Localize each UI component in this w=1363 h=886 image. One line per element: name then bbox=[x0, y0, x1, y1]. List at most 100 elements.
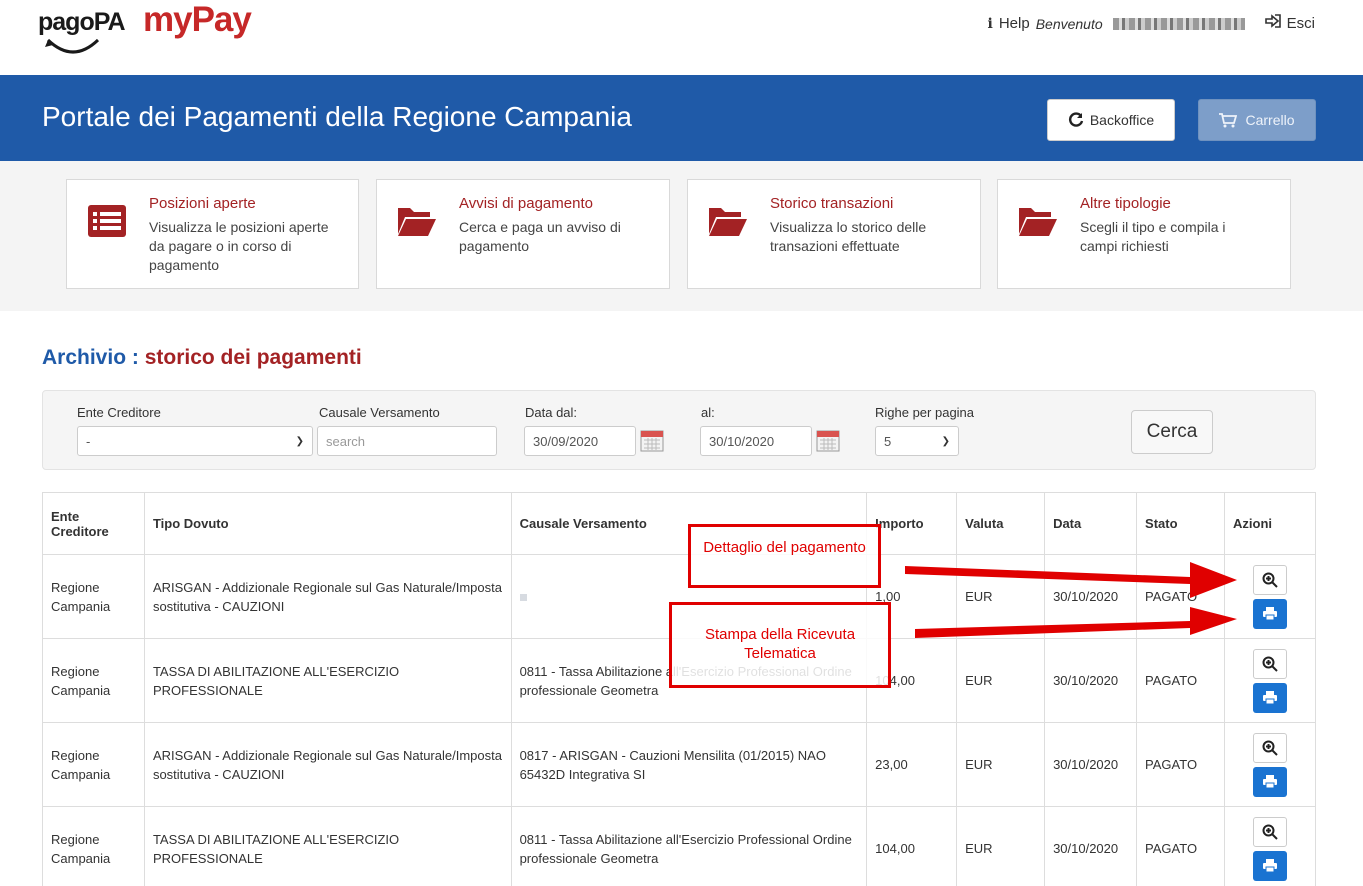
data-dal-value: 30/09/2020 bbox=[533, 434, 599, 449]
backoffice-label: Backoffice bbox=[1089, 112, 1155, 128]
cell-valuta: EUR bbox=[956, 722, 1045, 807]
annotation-print: Stampa della Ricevuta Telematica bbox=[669, 602, 891, 688]
cart-icon bbox=[1219, 112, 1238, 127]
folder-open-icon bbox=[709, 208, 747, 236]
data-dal-input[interactable]: 30/09/2020 bbox=[524, 426, 636, 456]
tile-title: Altre tipologie bbox=[1080, 195, 1171, 212]
ente-select[interactable]: - ❯ bbox=[77, 426, 313, 456]
cell-stato: PAGATO bbox=[1136, 722, 1225, 807]
cell-tipo: ARISGAN - Addizionale Regionale sul Gas … bbox=[143, 554, 512, 639]
info-icon[interactable]: i bbox=[988, 16, 993, 32]
tile-posizioni-aperte[interactable]: Posizioni aperte Visualizza le posizioni… bbox=[66, 179, 359, 289]
detail-button[interactable] bbox=[1253, 648, 1287, 679]
pagopa-logo: pagoPA bbox=[38, 8, 126, 54]
cell-valuta: EUR bbox=[956, 554, 1045, 639]
data-al-input[interactable]: 30/10/2020 bbox=[700, 426, 812, 456]
tile-title: Posizioni aperte bbox=[149, 195, 256, 212]
folder-open-icon bbox=[1019, 208, 1057, 236]
mypay-logo: myPay bbox=[143, 0, 252, 39]
portal-header: Portale dei Pagamenti della Regione Camp… bbox=[0, 75, 1363, 161]
archive-prefix: Archivio : bbox=[42, 346, 139, 369]
cell-causale: 0817 - ARISGAN - Cauzioni Mensilita (01/… bbox=[510, 722, 867, 807]
tile-description: Scegli il tipo e compila i campi richies… bbox=[1080, 219, 1226, 254]
search-filters: Ente Creditore - ❯ Causale Versamento se… bbox=[42, 390, 1316, 470]
cell-tipo: TASSA DI ABILITAZIONE ALL'ESERCIZIO PROF… bbox=[143, 806, 512, 886]
causale-placeholder: search bbox=[326, 434, 366, 449]
user-bar: i Help Benvenuto Esci bbox=[988, 14, 1315, 33]
cart-button[interactable]: Carrello bbox=[1198, 99, 1316, 141]
ente-select-value: - bbox=[86, 434, 91, 449]
data-dal-label: Data dal: bbox=[525, 405, 578, 420]
logout-link[interactable]: Esci bbox=[1287, 15, 1315, 32]
tile-title: Storico transazioni bbox=[770, 195, 894, 212]
righe-select-value: 5 bbox=[884, 434, 892, 449]
folder-open-icon bbox=[398, 208, 436, 236]
column-header[interactable]: Tipo Dovuto bbox=[143, 492, 512, 555]
causale-search-input[interactable]: search bbox=[317, 426, 497, 456]
cell-azioni bbox=[1224, 638, 1316, 723]
cell-valuta: EUR bbox=[956, 638, 1045, 723]
cerca-button[interactable]: Cerca bbox=[1131, 410, 1213, 454]
archive-title: Archivio : storico dei pagamenti bbox=[42, 346, 362, 370]
zoom-in-icon bbox=[1262, 740, 1278, 756]
ente-label: Ente Creditore bbox=[77, 405, 161, 420]
cell-importo: 104,00 bbox=[866, 806, 957, 886]
welcome-text: Benvenuto bbox=[1035, 15, 1103, 32]
zoom-in-icon bbox=[1262, 824, 1278, 840]
quick-access-band: Posizioni aperte Visualizza le posizioni… bbox=[0, 161, 1363, 311]
tile-storico-transazioni[interactable]: Storico transazioni Visualizza lo storic… bbox=[687, 179, 981, 289]
print-icon bbox=[1263, 859, 1277, 873]
print-icon bbox=[1263, 775, 1277, 789]
column-header[interactable]: Stato bbox=[1136, 492, 1225, 555]
list-icon bbox=[88, 205, 126, 237]
print-receipt-button[interactable] bbox=[1253, 682, 1287, 713]
table-header-row: Ente Creditore Tipo Dovuto Causale Versa… bbox=[42, 492, 1316, 555]
data-al-value: 30/10/2020 bbox=[709, 434, 775, 449]
table-row: Regione Campania ARISGAN - Addizionale R… bbox=[42, 722, 1316, 807]
cart-label: Carrello bbox=[1245, 112, 1295, 128]
print-receipt-button[interactable] bbox=[1253, 766, 1287, 797]
cell-ente: Regione Campania bbox=[42, 806, 145, 886]
cell-ente: Regione Campania bbox=[42, 638, 145, 723]
righe-select[interactable]: 5 ❯ bbox=[875, 426, 959, 456]
detail-button[interactable] bbox=[1253, 732, 1287, 763]
payments-table: Ente Creditore Tipo Dovuto Causale Versa… bbox=[42, 492, 1316, 886]
refresh-icon bbox=[1068, 112, 1083, 127]
cell-tipo: ARISGAN - Addizionale Regionale sul Gas … bbox=[143, 722, 512, 807]
cell-stato: PAGATO bbox=[1136, 554, 1225, 639]
column-header[interactable]: Valuta bbox=[956, 492, 1045, 555]
calendar-icon[interactable] bbox=[640, 428, 664, 452]
column-header: Azioni bbox=[1224, 492, 1316, 555]
column-header[interactable]: Data bbox=[1044, 492, 1137, 555]
print-icon bbox=[1263, 691, 1277, 705]
cell-ente: Regione Campania bbox=[42, 554, 145, 639]
detail-button[interactable] bbox=[1253, 564, 1287, 595]
print-receipt-button[interactable] bbox=[1253, 850, 1287, 881]
tile-description: Visualizza lo storico delle transazioni … bbox=[770, 219, 927, 254]
redacted-causale bbox=[519, 594, 527, 601]
print-receipt-button[interactable] bbox=[1253, 598, 1287, 629]
calendar-icon[interactable] bbox=[816, 428, 840, 452]
detail-button[interactable] bbox=[1253, 816, 1287, 847]
print-icon bbox=[1263, 607, 1277, 621]
archive-subtitle: storico dei pagamenti bbox=[144, 346, 362, 369]
help-link[interactable]: Help bbox=[999, 15, 1030, 32]
cell-stato: PAGATO bbox=[1136, 638, 1225, 723]
logout-icon[interactable] bbox=[1264, 14, 1281, 33]
top-bar: pagoPA myPay i Help Benvenuto Esci bbox=[0, 0, 1363, 75]
pagopa-logo-text: pagoPA bbox=[38, 8, 126, 36]
tile-avvisi-di-pagamento[interactable]: Avvisi di pagamento Cerca e paga un avvi… bbox=[376, 179, 670, 289]
cell-data: 30/10/2020 bbox=[1044, 554, 1137, 639]
portal-title: Portale dei Pagamenti della Regione Camp… bbox=[42, 101, 632, 132]
backoffice-button[interactable]: Backoffice bbox=[1047, 99, 1175, 141]
cell-data: 30/10/2020 bbox=[1044, 722, 1137, 807]
table-row: Regione Campania TASSA DI ABILITAZIONE A… bbox=[42, 806, 1316, 886]
cell-data: 30/10/2020 bbox=[1044, 806, 1137, 886]
righe-label: Righe per pagina bbox=[875, 405, 975, 420]
cell-azioni bbox=[1224, 722, 1316, 807]
tile-altre-tipologie[interactable]: Altre tipologie Scegli il tipo e compila… bbox=[997, 179, 1291, 289]
column-header[interactable]: Ente Creditore bbox=[42, 492, 145, 555]
cell-ente: Regione Campania bbox=[42, 722, 145, 807]
cell-valuta: EUR bbox=[956, 806, 1045, 886]
causale-label: Causale Versamento bbox=[319, 405, 440, 420]
